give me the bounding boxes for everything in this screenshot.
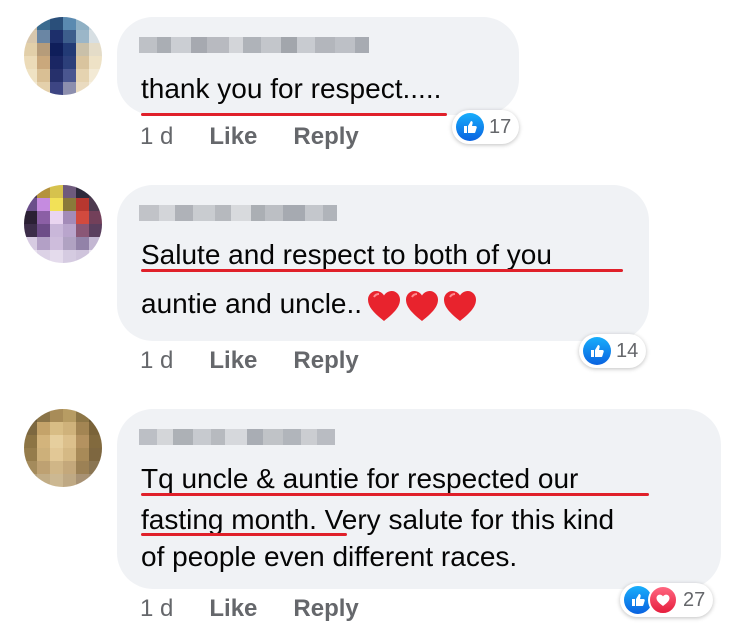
avatar[interactable] (24, 409, 102, 487)
comment-actions: 1 d Like Reply (140, 595, 359, 623)
like-icon (456, 113, 484, 141)
avatar[interactable] (24, 17, 102, 95)
reply-button[interactable]: Reply (293, 123, 358, 151)
like-button[interactable]: Like (209, 347, 257, 375)
like-icon (583, 337, 611, 365)
reaction-count: 27 (683, 588, 706, 611)
timestamp[interactable]: 1 d (140, 123, 173, 151)
red-underline (141, 493, 649, 496)
heart-icon (406, 290, 439, 321)
reaction-count: 14 (616, 339, 639, 362)
heart-emojis (366, 289, 478, 323)
comment-bubble: Tq uncle & auntie for respected our fast… (117, 409, 721, 589)
comment-text-line: thank you for respect..... (141, 73, 442, 104)
author-name-redacted[interactable] (139, 37, 369, 53)
avatar[interactable] (24, 185, 102, 263)
timestamp[interactable]: 1 d (140, 347, 173, 375)
red-underline (141, 113, 447, 116)
reaction-count: 17 (489, 115, 512, 138)
author-name-redacted[interactable] (139, 205, 337, 221)
reply-button[interactable]: Reply (293, 347, 358, 375)
like-button[interactable]: Like (209, 595, 257, 623)
red-underline (141, 533, 347, 536)
like-button[interactable]: Like (209, 123, 257, 151)
comment-bubble: Salute and respect to both of you auntie… (117, 185, 649, 341)
reply-button[interactable]: Reply (293, 595, 358, 623)
red-underline (141, 269, 623, 272)
comment-actions: 1 d Like Reply (140, 347, 359, 375)
heart-icon (648, 585, 678, 615)
timestamp[interactable]: 1 d (140, 595, 173, 623)
author-name-redacted[interactable] (139, 429, 335, 445)
reaction-summary[interactable]: 14 (579, 334, 647, 368)
heart-icon (368, 290, 401, 321)
heart-icon (444, 290, 477, 321)
comment-bubble: thank you for respect..... (117, 17, 519, 116)
reaction-summary[interactable]: 17 (452, 110, 520, 144)
comment-text-line-2: auntie and uncle.. (141, 288, 363, 319)
comment-text-line: auntie and uncle.. (141, 284, 478, 324)
reaction-summary[interactable]: 27 (620, 583, 714, 617)
comment-actions: 1 d Like Reply (140, 123, 359, 151)
comment-text-line: of people even different races. (141, 541, 518, 572)
